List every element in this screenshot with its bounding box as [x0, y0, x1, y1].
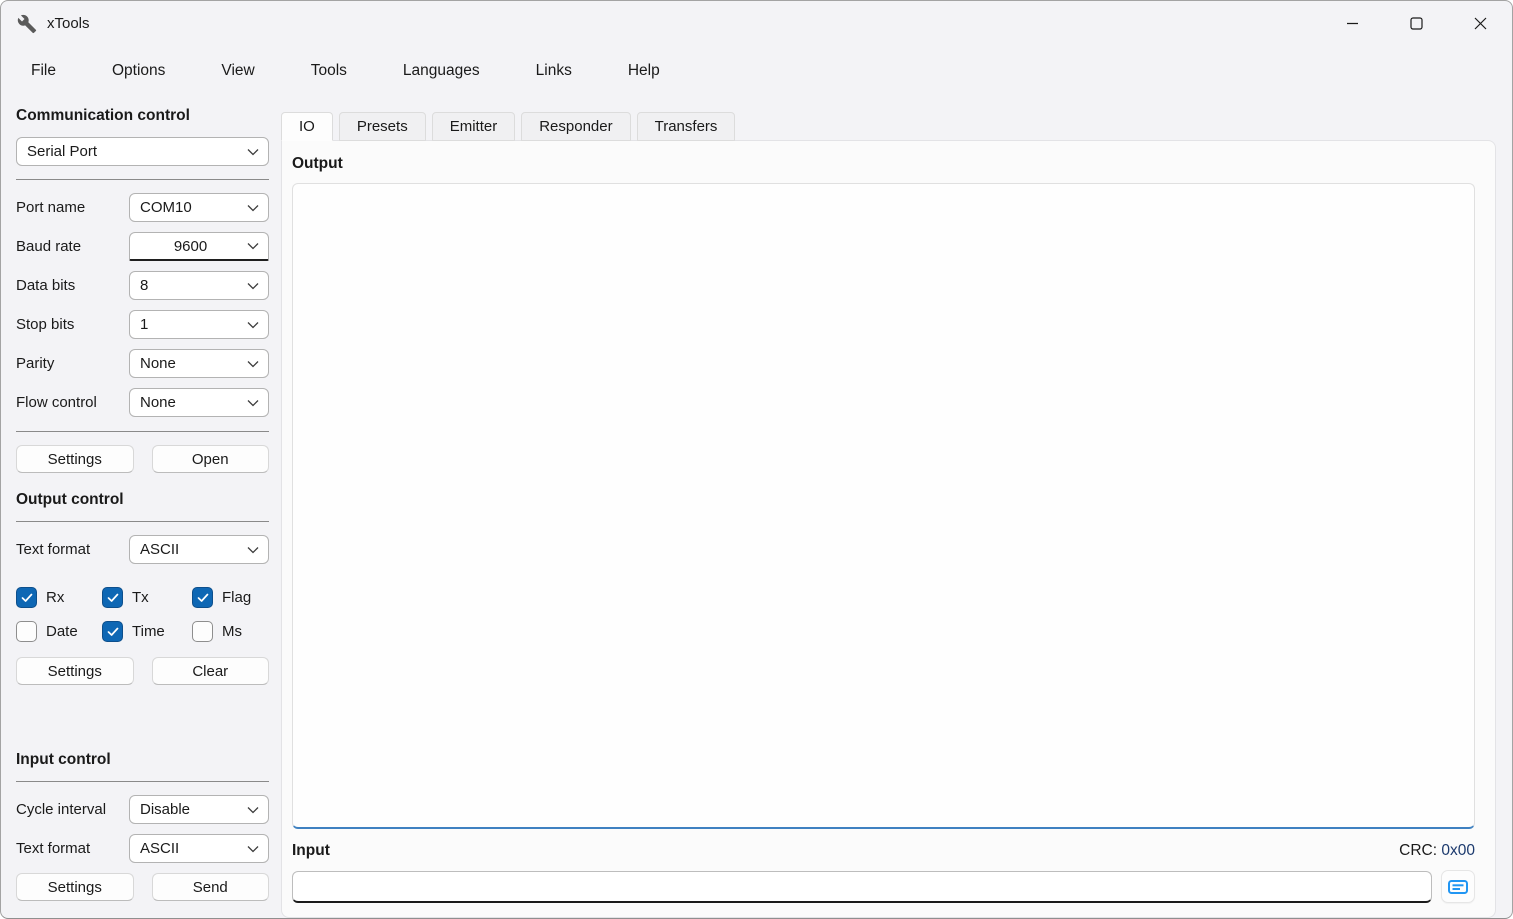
open-button[interactable]: Open	[152, 445, 270, 473]
chevron-down-icon	[241, 282, 259, 290]
input-text-format-row: Text format ASCII	[16, 834, 269, 863]
input-settings-button[interactable]: Settings	[16, 873, 134, 901]
input-field[interactable]	[292, 871, 1432, 903]
menu-links[interactable]: Links	[536, 62, 572, 80]
divider	[16, 521, 269, 522]
menu-tools[interactable]: Tools	[311, 62, 347, 80]
menu-options[interactable]: Options	[112, 62, 165, 80]
divider	[16, 431, 269, 432]
flow-control-select[interactable]: None	[129, 388, 269, 417]
crc-label: CRC:	[1399, 842, 1437, 859]
input-format-button[interactable]	[1441, 870, 1475, 903]
chevron-down-icon	[241, 399, 259, 407]
tab-bar: IO Presets Emitter Responder Transfers	[281, 112, 1496, 141]
input-control-header: Input control	[16, 751, 269, 769]
parity-row: Parity None	[16, 349, 269, 378]
chevron-down-icon	[241, 148, 259, 156]
sidebar: Communication control Serial Port Port n…	[16, 95, 269, 918]
tab-responder[interactable]: Responder	[521, 112, 630, 141]
stop-bits-row: Stop bits 1	[16, 310, 269, 339]
menu-bar: File Options View Tools Languages Links …	[1, 46, 1512, 95]
text-panel-icon	[1447, 877, 1469, 897]
link-type-select[interactable]: Serial Port	[16, 137, 269, 166]
chevron-down-icon	[241, 806, 259, 814]
menu-view[interactable]: View	[221, 62, 254, 80]
chevron-down-icon	[241, 360, 259, 368]
port-name-row: Port name COM10	[16, 193, 269, 222]
window-title: xTools	[47, 15, 90, 32]
output-control-header: Output control	[16, 491, 269, 509]
stop-bits-select[interactable]: 1	[129, 310, 269, 339]
input-buttons: Settings Send	[16, 873, 269, 901]
checkbox-rx[interactable]: Rx	[16, 587, 102, 608]
input-header-row: Input CRC: 0x00	[292, 842, 1475, 860]
checkbox-ms[interactable]: Ms	[192, 621, 269, 642]
checkbox-box	[16, 621, 37, 642]
minimize-button[interactable]	[1320, 1, 1384, 46]
port-name-select[interactable]: COM10	[129, 193, 269, 222]
checkbox-date[interactable]: Date	[16, 621, 102, 642]
checkbox-flag[interactable]: Flag	[192, 587, 269, 608]
baud-rate-row: Baud rate 9600	[16, 232, 269, 261]
tab-presets[interactable]: Presets	[339, 112, 426, 141]
wrench-icon	[17, 14, 37, 34]
output-text-format-row: Text format ASCII	[16, 535, 269, 564]
menu-help[interactable]: Help	[628, 62, 660, 80]
window-controls	[1320, 1, 1512, 46]
divider	[16, 781, 269, 782]
checkbox-box	[102, 621, 123, 642]
input-text-format-select[interactable]: ASCII	[129, 834, 269, 863]
checkbox-box	[192, 621, 213, 642]
output-settings-button[interactable]: Settings	[16, 657, 134, 685]
tab-io[interactable]: IO	[281, 112, 333, 141]
input-row	[292, 870, 1475, 903]
checkbox-box	[192, 587, 213, 608]
data-bits-row: Data bits 8	[16, 271, 269, 300]
title-bar: xTools	[1, 1, 1512, 46]
send-button[interactable]: Send	[152, 873, 270, 901]
chevron-down-icon	[241, 204, 259, 212]
parity-select[interactable]: None	[129, 349, 269, 378]
maximize-button[interactable]	[1384, 1, 1448, 46]
tab-emitter[interactable]: Emitter	[432, 112, 516, 141]
comm-settings-button[interactable]: Settings	[16, 445, 134, 473]
close-button[interactable]	[1448, 1, 1512, 46]
menu-file[interactable]: File	[31, 62, 56, 80]
output-text-area[interactable]	[292, 183, 1475, 829]
chevron-down-icon	[241, 321, 259, 329]
io-tab-pane: Output Input CRC: 0x00	[281, 140, 1496, 918]
baud-rate-select[interactable]: 9600	[129, 232, 269, 261]
crc-value: 0x00	[1441, 842, 1475, 859]
checkbox-time[interactable]: Time	[102, 621, 192, 642]
input-section-label: Input	[292, 842, 330, 860]
app-window: xTools File Options View Tools Languages…	[0, 0, 1513, 919]
divider	[16, 179, 269, 180]
flow-control-row: Flow control None	[16, 388, 269, 417]
cycle-interval-select[interactable]: Disable	[129, 795, 269, 824]
checkbox-tx[interactable]: Tx	[102, 587, 192, 608]
crc-readout: CRC: 0x00	[1399, 842, 1475, 860]
sidebar-spacer	[16, 685, 269, 751]
tab-transfers[interactable]: Transfers	[637, 112, 736, 141]
output-section-label: Output	[292, 155, 1475, 173]
checkbox-box	[102, 587, 123, 608]
main-area: IO Presets Emitter Responder Transfers O…	[281, 95, 1496, 918]
output-flags: Rx Tx Flag Date Time	[16, 587, 269, 642]
communication-control-header: Communication control	[16, 107, 269, 125]
menu-languages[interactable]: Languages	[403, 62, 480, 80]
comm-buttons: Settings Open	[16, 445, 269, 473]
data-bits-select[interactable]: 8	[129, 271, 269, 300]
content-area: Communication control Serial Port Port n…	[1, 95, 1512, 918]
output-text-format-select[interactable]: ASCII	[129, 535, 269, 564]
chevron-down-icon	[241, 546, 259, 554]
output-buttons: Settings Clear	[16, 657, 269, 685]
chevron-down-icon	[241, 845, 259, 853]
checkbox-box	[16, 587, 37, 608]
clear-button[interactable]: Clear	[152, 657, 270, 685]
cycle-interval-row: Cycle interval Disable	[16, 795, 269, 824]
chevron-down-icon	[241, 242, 259, 250]
